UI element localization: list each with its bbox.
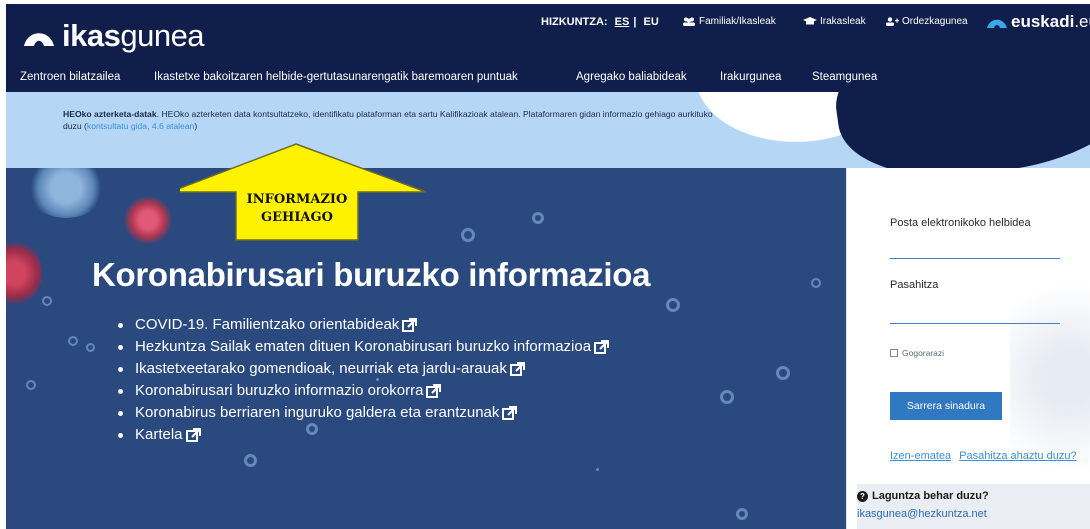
representatives-link-label: Ordezkagunea [902,16,968,27]
external-link-icon [185,427,201,442]
euskadi-bold-text: euskadi [1011,12,1075,31]
notice-bold: HEOko azterketa-datak [63,109,157,119]
help-title-text: Laguntza behar duzu? [872,490,989,502]
nav-item-agrega[interactable]: Agregako baliabideak [576,71,687,83]
virus-illustration-left [6,238,42,308]
email-label: Posta elektronikoko helbidea [890,217,1031,229]
help-email-link[interactable]: ikasgunea@hezkuntza.net [857,508,987,520]
top-header: ikas gunea HIZKUNTZA: ES | EU Familiak/Ika… [6,4,1090,64]
bubble-decoration [532,212,544,224]
lang-es-link[interactable]: ES [615,16,630,28]
ikasgunea-logo[interactable]: ikas gunea [22,18,205,54]
language-switcher: HIZKUNTZA: ES | EU [541,16,663,28]
forgot-password-link[interactable]: Pasahitza ahaztu duzu? [959,450,1076,462]
annotation-line2: GEHIAGO [261,210,333,225]
bullet [118,432,123,438]
annotation-line1: INFORMAZIO [246,192,348,207]
notice-close-paren: ) [194,121,198,132]
euskadi-arc-icon [987,19,1007,28]
register-link[interactable]: Izen-ematea [890,450,951,462]
notice-guide-link[interactable]: kontsultatu gida, 4.6 atalean [87,121,195,131]
external-link-icon [502,405,518,420]
external-link-icon [426,383,442,398]
password-label: Pasahitza [890,279,939,291]
graduation-cap-icon [803,17,817,25]
dot-decoration [596,468,599,471]
covid-link-label: Kartela [135,426,183,443]
nav-item-center-search[interactable]: Zentroen bilatzailea [20,71,120,83]
families-link[interactable]: Familiak/Ikasleak [682,16,776,27]
representatives-link[interactable]: Ordezkagunea [885,16,968,27]
logo-bold-text: ikas [62,18,121,53]
bubble-decoration [461,228,475,242]
teachers-link-label: Irakasleak [820,16,866,27]
covid-links-list: COVID-19. Familientzako orientabideak He… [118,314,610,446]
list-item[interactable]: Hezkuntza Sailak ematen dituen Koronabir… [118,336,610,358]
notice-text: HEOko azterketa-datak. HEOko azterketen … [63,108,723,133]
login-panel: Posta elektronikoko helbidea Pasahitza G… [846,168,1090,529]
notice-banner: HEOko azterketa-datak. HEOko azterketen … [6,92,1090,168]
covid-link-label: Koronabirus berriaren inguruko galdera e… [135,404,500,421]
main-nav: Zentroen bilatzailea Ikastetxe bakoitzar… [6,64,1090,92]
bubble-decoration [26,380,36,390]
more-info-arrow-annotation: INFORMAZIO GEHIAGO [180,142,430,260]
nav-item-steamgunea[interactable]: Steamgunea [812,71,877,83]
virus-illustration-red [124,196,172,244]
help-title: ? Laguntza behar duzu? [857,490,989,502]
bubble-decoration [776,366,790,380]
lang-eu-link[interactable]: EU [644,16,659,28]
remember-me-checkbox[interactable]: Gogorarazi [890,348,944,358]
list-item[interactable]: Koronabirus berriaren inguruko galdera e… [118,402,609,424]
checkbox-box[interactable] [890,349,898,357]
external-link-icon [402,317,418,332]
euskadi-light-text: .eus [1074,12,1090,31]
email-field[interactable] [890,258,1060,259]
logo-light-text: gunea [120,18,205,53]
users-icon [683,17,695,26]
bullet [118,410,123,416]
covid-link-label: COVID-19. Familientzako orientabideak [135,316,400,333]
bubble-decoration [42,296,52,306]
lang-separator: | [633,16,637,28]
external-link-icon [509,361,525,376]
notice-decoration-dark [827,92,1090,168]
help-box: ? Laguntza behar duzu? ikasgunea@hezkunt… [857,484,1090,529]
remember-label: Gogorarazi [902,348,945,358]
bubble-decoration [68,336,78,346]
list-item[interactable]: Koronabirusari buruzko informazio orokor… [118,380,609,402]
covid-link-label: Koronabirusari buruzko informazio orokor… [135,382,424,399]
external-link-icon [594,339,610,354]
covid-link-label: Hezkuntza Sailak ematen dituen Koronabir… [135,338,592,355]
bubble-decoration [720,390,734,404]
bubble-decoration [666,298,680,312]
hero-title: Koronabirusari buruzko informazioa [92,256,651,293]
covid-link-label: Ikastetxeetarako gomendioak, neurriak et… [135,360,507,377]
logo-arc-icon [24,33,54,46]
account-links: Izen-ematea Pasahitza ahaztu duzu? [890,450,1085,462]
add-user-icon [886,17,899,26]
virus-illustration-large [26,168,106,218]
question-icon: ? [857,490,868,502]
teachers-link[interactable]: Irakasleak [803,16,866,27]
signin-button[interactable]: Sarrera sinadura [890,392,1002,420]
families-link-label: Familiak/Ikasleak [699,16,776,27]
bubble-decoration [736,508,748,520]
euskadi-logo[interactable]: euskadi.eus [986,12,1090,32]
bullet [118,366,123,372]
nav-item-irakurgunea[interactable]: Irakurgunea [720,71,781,83]
password-field[interactable] [890,323,1060,324]
list-item[interactable]: Kartela [118,424,609,446]
bubble-decoration [244,454,257,467]
bullet [118,322,123,328]
login-decoration [1010,258,1090,498]
list-item[interactable]: COVID-19. Familientzako orientabideak [118,314,609,336]
nav-item-scale-points[interactable]: Ikastetxe bakoitzaren helbide-gertutasun… [154,71,518,83]
bubble-decoration [811,278,821,288]
bubble-decoration [86,343,95,352]
language-label: HIZKUNTZA: [541,16,608,28]
bullet [118,344,123,350]
list-item[interactable]: Ikastetxeetarako gomendioak, neurriak et… [118,358,609,380]
bullet [118,388,123,394]
